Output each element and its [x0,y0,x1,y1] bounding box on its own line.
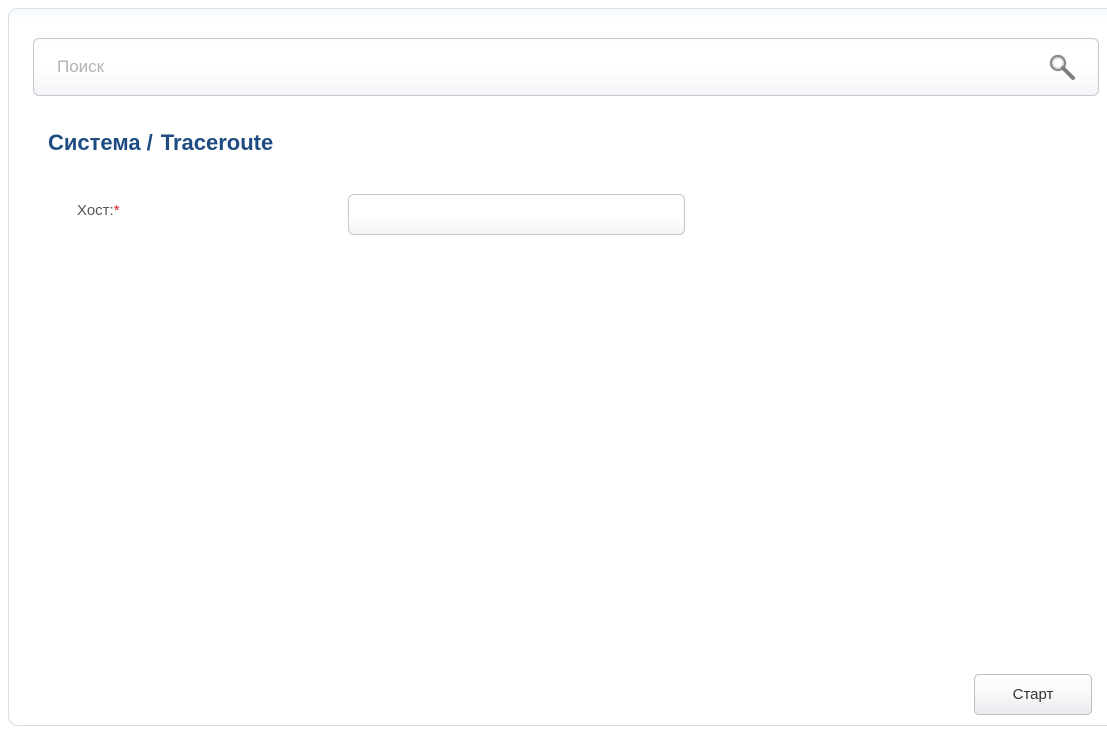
page-title: Система / Traceroute [48,130,273,156]
start-button[interactable]: Старт [974,674,1092,715]
host-input[interactable] [348,194,685,235]
page: Система/ Traceroute Хост:* Старт [0,0,1107,731]
breadcrumb-page: Traceroute [160,130,274,155]
required-mark: * [113,202,120,219]
panel-top-strip [9,9,1107,21]
breadcrumb-separator: / [146,130,153,155]
search-icon[interactable] [1047,52,1077,82]
host-label-text: Хост: [77,202,114,219]
search-box [33,38,1099,96]
search-input[interactable] [35,40,1025,94]
content-panel [8,8,1107,726]
host-label: Хост:* [77,202,120,219]
breadcrumb-section: Система [48,130,141,155]
